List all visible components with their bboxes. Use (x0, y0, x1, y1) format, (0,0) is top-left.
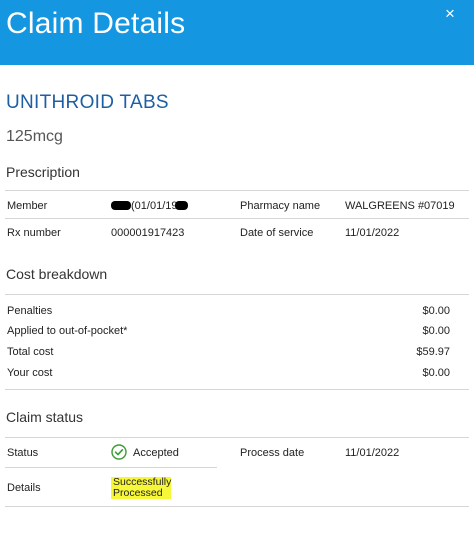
close-icon[interactable]: × (440, 4, 460, 24)
divider (5, 467, 217, 468)
drug-name: UNITHROID TABS (6, 92, 169, 113)
cost-row-value: $0.00 (422, 367, 450, 379)
redacted-name (111, 201, 131, 210)
rx-number-value: 000001917423 (111, 227, 185, 239)
cost-row-value: $0.00 (422, 325, 450, 337)
rx-number-label: Rx number (7, 227, 61, 239)
divider (5, 437, 469, 438)
status-value: Accepted (133, 447, 179, 459)
prescription-section-title: Prescription (6, 164, 80, 180)
cost-row-label: Your cost (7, 367, 53, 379)
divider (5, 190, 469, 191)
cost-row-value: $59.97 (416, 346, 450, 358)
details-label: Details (7, 482, 41, 494)
divider (5, 389, 469, 390)
header-bar: Claim Details × (0, 0, 474, 65)
drug-strength: 125mcg (6, 128, 63, 145)
details-line: Processed (113, 487, 163, 499)
date-of-service-value: 11/01/2022 (345, 227, 400, 239)
redacted-dob (175, 201, 189, 210)
date-of-service-label: Date of service (240, 227, 314, 239)
cost-row-label: Penalties (7, 305, 53, 317)
details-value: Successfully Processed (111, 477, 171, 499)
member-label: Member (7, 200, 48, 212)
check-circle-icon (111, 444, 127, 460)
cost-row-label: Total cost (7, 346, 54, 358)
process-date-value: 11/01/2022 (345, 447, 400, 459)
page-title: Claim Details (6, 7, 186, 40)
member-value: (01/01/19 (111, 200, 189, 212)
status-label: Status (7, 447, 39, 459)
cost-row-label: Applied to out-of-pocket* (7, 325, 128, 337)
member-dob: (01/01/19 (131, 200, 178, 212)
divider (5, 506, 469, 507)
claim-status-section-title: Claim status (6, 409, 84, 425)
divider (5, 218, 469, 219)
process-date-label: Process date (240, 447, 305, 459)
pharmacy-label: Pharmacy name (240, 200, 321, 212)
pharmacy-value: WALGREENS #07019 (345, 200, 455, 212)
divider (5, 294, 469, 295)
cost-section-title: Cost breakdown (6, 266, 108, 282)
cost-row-value: $0.00 (422, 305, 450, 317)
